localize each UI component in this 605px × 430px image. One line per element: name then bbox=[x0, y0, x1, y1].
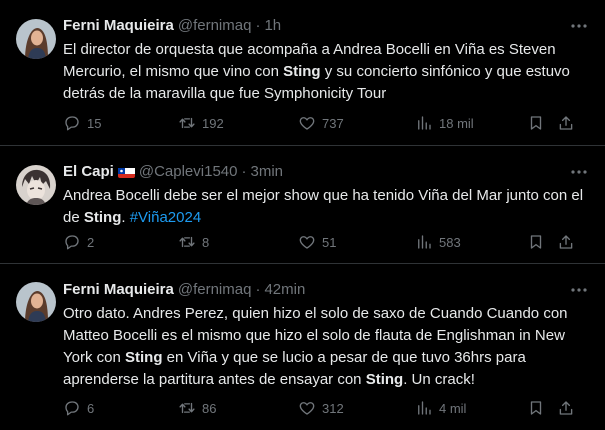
views-count: 18 mil bbox=[439, 115, 474, 131]
bookmark-button[interactable] bbox=[527, 398, 545, 418]
heart-icon bbox=[299, 236, 315, 249]
views-button[interactable]: 18 mil bbox=[415, 113, 474, 133]
reply-button[interactable]: 15 bbox=[63, 113, 101, 133]
views-count: 4 mil bbox=[439, 400, 467, 416]
views-chart-icon bbox=[418, 116, 431, 130]
retweet-button[interactable]: 8 bbox=[178, 232, 209, 252]
retweet-icon bbox=[179, 402, 195, 414]
reply-icon bbox=[65, 235, 79, 250]
retweet-button[interactable]: 192 bbox=[178, 113, 224, 133]
avatar[interactable] bbox=[16, 19, 56, 59]
like-count: 737 bbox=[322, 115, 344, 131]
more-options-icon[interactable] bbox=[569, 16, 589, 36]
like-button[interactable]: 737 bbox=[298, 113, 344, 133]
bookmark-icon bbox=[530, 116, 542, 130]
share-button[interactable] bbox=[557, 232, 575, 252]
bookmark-icon bbox=[530, 401, 542, 415]
share-button[interactable] bbox=[557, 113, 575, 133]
retweet-count: 192 bbox=[202, 115, 224, 131]
highlighted-keyword: Sting bbox=[365, 371, 404, 388]
views-chart-icon bbox=[418, 235, 431, 249]
tweet-text: Andrea Bocelli debe ser el mejor show qu… bbox=[63, 185, 589, 229]
highlighted-keyword: Sting bbox=[83, 209, 122, 226]
highlighted-keyword: Sting bbox=[125, 349, 163, 366]
chile-flag-icon bbox=[117, 166, 135, 178]
tweet[interactable]: Ferni Maquieira @fernimaq · 42min Otro d… bbox=[0, 264, 605, 430]
heart-icon bbox=[299, 402, 315, 415]
separator-dot: · bbox=[241, 163, 247, 180]
share-icon bbox=[559, 401, 573, 415]
views-button[interactable]: 4 mil bbox=[415, 398, 466, 418]
timestamp[interactable]: 42min bbox=[264, 280, 305, 300]
like-count: 312 bbox=[322, 400, 344, 416]
author-name[interactable]: El Capi bbox=[63, 162, 114, 182]
more-options-icon[interactable] bbox=[569, 280, 589, 300]
heart-icon bbox=[299, 117, 315, 130]
reply-icon bbox=[65, 116, 79, 131]
hashtag-link[interactable]: #Viña2024 bbox=[130, 209, 201, 226]
avatar[interactable] bbox=[16, 282, 56, 322]
highlighted-keyword: Sting bbox=[283, 63, 321, 80]
like-button[interactable]: 51 bbox=[298, 232, 336, 252]
text-segment: . bbox=[121, 209, 130, 226]
text-segment: . Un crack! bbox=[403, 371, 475, 388]
reply-button[interactable]: 2 bbox=[63, 232, 94, 252]
reply-icon bbox=[65, 401, 79, 416]
timestamp[interactable]: 3min bbox=[250, 162, 283, 182]
like-count: 51 bbox=[322, 234, 337, 250]
reply-button[interactable]: 6 bbox=[63, 398, 94, 418]
share-button[interactable] bbox=[557, 398, 575, 418]
author-name[interactable]: Ferni Maquieira bbox=[63, 280, 174, 300]
share-icon bbox=[559, 235, 573, 249]
tweet[interactable]: Ferni Maquieira @fernimaq · 1h El direct… bbox=[0, 0, 605, 146]
action-bar: 15 192 737 18 mil bbox=[63, 113, 589, 133]
action-bar: 2 8 51 583 bbox=[63, 232, 589, 252]
author-handle[interactable]: @fernimaq bbox=[178, 280, 252, 300]
views-button[interactable]: 583 bbox=[415, 232, 461, 252]
bookmark-button[interactable] bbox=[527, 232, 545, 252]
views-count: 583 bbox=[439, 234, 461, 250]
action-bar: 6 86 312 4 mil bbox=[63, 398, 589, 418]
retweet-icon bbox=[179, 117, 195, 129]
author-name[interactable]: Ferni Maquieira bbox=[63, 16, 174, 36]
tweet-text: Otro dato. Andres Perez, quien hizo el s… bbox=[63, 303, 589, 391]
tweet-text: El director de orquesta que acompaña a A… bbox=[63, 39, 589, 105]
author-handle[interactable]: @Caplevi1540 bbox=[139, 162, 238, 182]
avatar[interactable] bbox=[16, 165, 56, 205]
retweet-count: 86 bbox=[202, 400, 217, 416]
share-icon bbox=[559, 116, 573, 130]
views-chart-icon bbox=[418, 401, 431, 415]
separator-dot: · bbox=[255, 281, 261, 298]
reply-count: 15 bbox=[87, 115, 102, 131]
separator-dot: · bbox=[255, 17, 261, 34]
reply-count: 2 bbox=[87, 234, 95, 250]
more-options-icon[interactable] bbox=[569, 162, 589, 182]
bookmark-button[interactable] bbox=[527, 113, 545, 133]
retweet-count: 8 bbox=[202, 234, 210, 250]
tweet[interactable]: El Capi @Caplevi1540 · 3min Andrea Bocel… bbox=[0, 146, 605, 264]
timestamp[interactable]: 1h bbox=[264, 16, 281, 36]
author-handle[interactable]: @fernimaq bbox=[178, 16, 252, 36]
bookmark-icon bbox=[530, 235, 542, 249]
retweet-button[interactable]: 86 bbox=[178, 398, 216, 418]
retweet-icon bbox=[179, 236, 195, 248]
like-button[interactable]: 312 bbox=[298, 398, 344, 418]
reply-count: 6 bbox=[87, 400, 95, 416]
